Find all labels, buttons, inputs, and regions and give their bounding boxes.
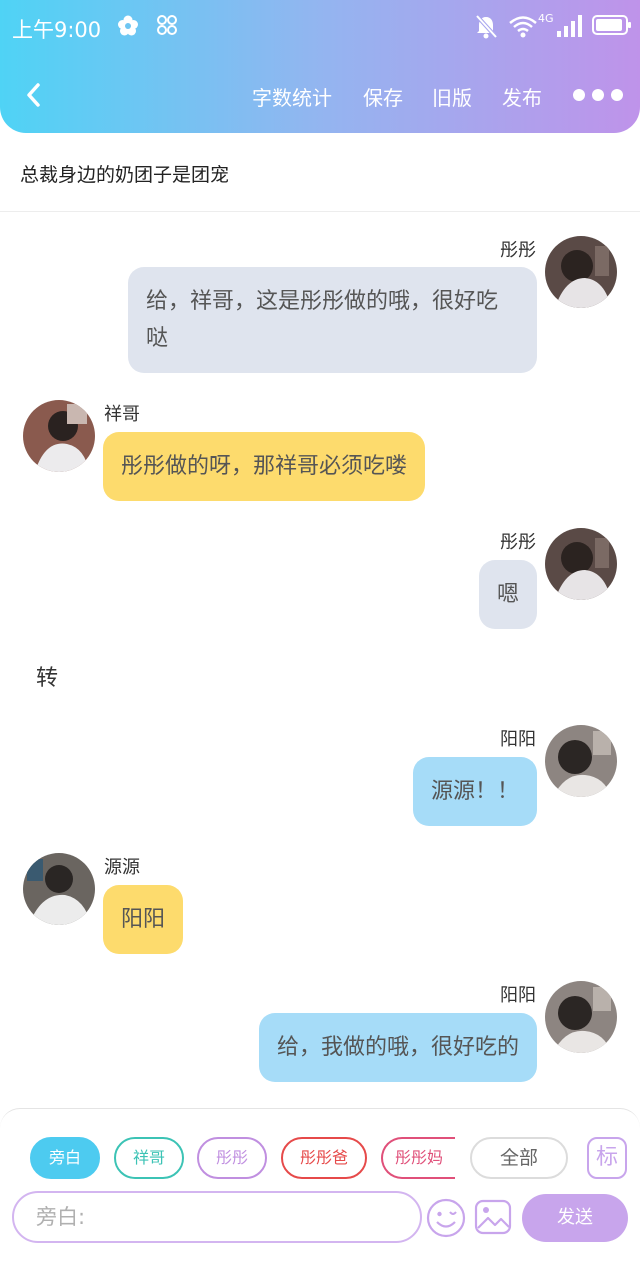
speaker-name: 彤彤 bbox=[500, 240, 536, 261]
dot-icon bbox=[611, 89, 623, 101]
message-text: 嗯 bbox=[496, 582, 519, 607]
avatar-photo-icon bbox=[545, 725, 617, 797]
role-chip-all[interactable]: 全部 bbox=[470, 1137, 568, 1179]
image-picker-icon[interactable] bbox=[474, 1198, 512, 1236]
speaker-name: 阳阳 bbox=[500, 985, 536, 1006]
chat-bubble[interactable]: 嗯 bbox=[478, 560, 537, 629]
avatar[interactable] bbox=[545, 981, 617, 1053]
avatar[interactable] bbox=[23, 400, 95, 472]
speaker-name: 源源 bbox=[104, 857, 140, 878]
avatar[interactable] bbox=[545, 725, 617, 797]
message-text: 彤彤做的呀，那祥哥必须吃喽 bbox=[121, 454, 408, 479]
message-text: 源源！！ bbox=[430, 779, 519, 804]
role-chip-tongtong-mom[interactable]: 彤彤妈 bbox=[381, 1137, 455, 1179]
status-time: 上午9:00 bbox=[12, 18, 102, 42]
chat-bubble[interactable]: 给，我做的哦，很好吃的 bbox=[258, 1013, 537, 1082]
speaker-name: 彤彤 bbox=[500, 532, 536, 553]
send-button[interactable]: 发送 bbox=[522, 1194, 628, 1242]
avatar[interactable] bbox=[545, 236, 617, 308]
avatar[interactable] bbox=[545, 528, 617, 600]
editor-toolbar: 字数统计 保存 旧版 发布 bbox=[0, 64, 640, 126]
role-chip-tongtong-dad[interactable]: 彤彤爸 bbox=[281, 1137, 367, 1179]
flower-icon bbox=[118, 15, 138, 36]
avatar-photo-icon bbox=[23, 400, 95, 472]
chat-bubble[interactable]: 源源！！ bbox=[412, 757, 537, 826]
role-chip-tongtong[interactable]: 彤彤 bbox=[197, 1137, 267, 1179]
avatar[interactable] bbox=[23, 853, 95, 925]
role-chip-xiangge[interactable]: 祥哥 bbox=[114, 1137, 184, 1179]
status-bar: 上午9:00 4G bbox=[0, 0, 640, 56]
speaker-name: 祥哥 bbox=[104, 404, 140, 425]
message-input-wrapper bbox=[12, 1191, 422, 1243]
dot-icon bbox=[573, 89, 585, 101]
chat-bubble[interactable]: 彤彤做的呀，那祥哥必须吃喽 bbox=[103, 432, 426, 501]
emoji-icon[interactable] bbox=[426, 1198, 466, 1238]
link-icon bbox=[157, 15, 177, 35]
signal-icon bbox=[557, 15, 582, 37]
back-arrow-icon[interactable] bbox=[18, 78, 52, 112]
message-input[interactable] bbox=[14, 1193, 420, 1241]
top-header: 上午9:00 4G 字数统计 保存 旧版 发布 bbox=[0, 0, 640, 133]
chat-bubble[interactable]: 阳阳 bbox=[103, 885, 184, 954]
avatar-photo-icon bbox=[545, 236, 617, 308]
story-title[interactable]: 总裁身边的奶团子是团宠 bbox=[20, 160, 229, 187]
wifi-icon bbox=[509, 16, 537, 38]
avatar-photo-icon bbox=[545, 528, 617, 600]
avatar-photo-icon bbox=[545, 981, 617, 1053]
chat-bubble[interactable]: 给，祥哥，这是彤彤做的哦，很好吃哒 bbox=[128, 267, 537, 373]
mute-bell-icon bbox=[475, 14, 498, 39]
narration-text[interactable]: 转 bbox=[36, 660, 58, 692]
more-menu-button[interactable] bbox=[570, 84, 626, 106]
word-count-button[interactable]: 字数统计 bbox=[252, 82, 332, 111]
role-chip-narration[interactable]: 旁白 bbox=[30, 1137, 100, 1179]
message-text: 给，祥哥，这是彤彤做的哦，很好吃哒 bbox=[146, 289, 499, 351]
old-version-button[interactable]: 旧版 bbox=[432, 82, 472, 111]
dot-icon bbox=[592, 89, 604, 101]
avatar-photo-icon bbox=[23, 853, 95, 925]
network-label: 4G bbox=[538, 12, 554, 25]
save-button[interactable]: 保存 bbox=[363, 82, 403, 111]
divider bbox=[0, 211, 640, 212]
publish-button[interactable]: 发布 bbox=[502, 82, 542, 111]
message-text: 给，我做的哦，很好吃的 bbox=[276, 1035, 519, 1060]
message-text: 阳阳 bbox=[121, 907, 166, 932]
bottom-spacer bbox=[0, 1248, 640, 1280]
speaker-name: 阳阳 bbox=[500, 729, 536, 750]
mark-button[interactable]: 标 bbox=[587, 1137, 627, 1179]
battery-icon bbox=[592, 15, 631, 35]
